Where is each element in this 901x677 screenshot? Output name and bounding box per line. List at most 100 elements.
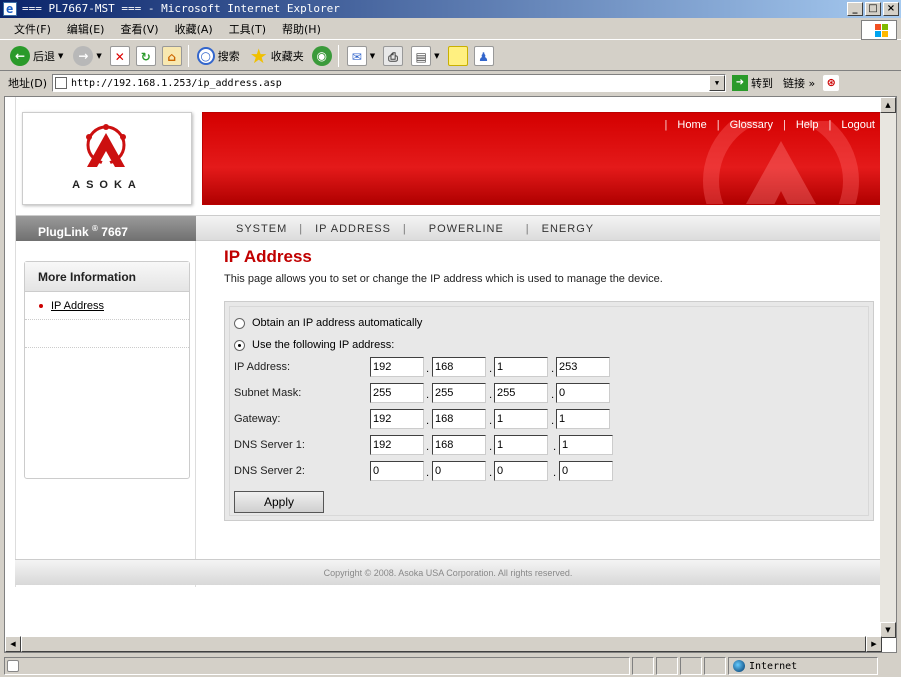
dns-server-1-octet-3[interactable]: 1 xyxy=(494,435,548,455)
horizontal-scroll-thumb[interactable] xyxy=(21,636,866,652)
address-input[interactable]: http://192.168.1.253/ip_address.asp ▼ xyxy=(52,74,726,92)
glossary-link[interactable]: Glossary xyxy=(730,119,773,131)
header-banner: | Home | Glossary | Help | Logout xyxy=(202,112,882,205)
radio-auto-row[interactable]: Obtain an IP address automatically xyxy=(234,315,422,331)
note-icon[interactable] xyxy=(447,45,468,66)
ip-address-octet-1[interactable]: 192 xyxy=(370,357,424,377)
status-cell xyxy=(704,657,726,675)
forward-button[interactable]: → ▼ xyxy=(71,43,103,69)
chevron-down-icon[interactable]: ▼ xyxy=(709,75,725,91)
dns-server-1-octet-2[interactable]: 168 xyxy=(432,435,486,455)
radio-manual-row[interactable]: Use the following IP address: xyxy=(234,337,394,353)
menu-help[interactable]: 帮助(H) xyxy=(274,21,329,37)
octet-dot: . xyxy=(426,390,430,401)
minimize-button[interactable]: _ xyxy=(847,2,863,16)
ip-address-row: IP Address: 192 . 168 . 1 . 253 xyxy=(234,357,864,377)
home-icon[interactable]: ⌂ xyxy=(161,45,182,66)
dns-server-2-octet-4[interactable]: 0 xyxy=(559,461,613,481)
scroll-up-icon[interactable]: ▲ xyxy=(880,97,896,113)
go-button[interactable]: ➜ 转到 xyxy=(732,75,773,91)
menu-file[interactable]: 文件(F) xyxy=(6,21,59,37)
ip-address-octet-2[interactable]: 168 xyxy=(432,357,486,377)
home-link[interactable]: Home xyxy=(677,119,706,131)
menu-edit[interactable]: 编辑(E) xyxy=(59,21,113,37)
search-button[interactable]: ○ 搜索 xyxy=(195,43,242,69)
address-bar: 地址(D) http://192.168.1.253/ip_address.as… xyxy=(0,72,901,94)
dns-server-2-row: DNS Server 2: 0 . 0 . 0 . 0 xyxy=(234,461,864,481)
vertical-scrollbar[interactable]: ▲ ▼ xyxy=(880,97,896,638)
octet-dot: . xyxy=(553,468,557,479)
maximize-button[interactable]: □ xyxy=(865,2,881,16)
nav-ip-address[interactable]: IP ADDRESS xyxy=(303,223,403,235)
dns-server-2-octet-3[interactable]: 0 xyxy=(494,461,548,481)
ip-form: Obtain an IP address automatically Use t… xyxy=(224,301,874,521)
gateway-octet-1[interactable]: 192 xyxy=(370,409,424,429)
dns-server-1-octet-4[interactable]: 1 xyxy=(559,435,613,455)
main-content: IP Address This page allows you to set o… xyxy=(224,247,874,521)
edit-document-icon: ▤ xyxy=(411,45,432,66)
forward-arrow-icon: → xyxy=(73,45,94,66)
sidebar-divider xyxy=(25,320,189,348)
dns-server-2-octet-2[interactable]: 0 xyxy=(432,461,486,481)
zone-label: Internet xyxy=(749,660,798,672)
window-title: === PL7667-MST === - Microsoft Internet … xyxy=(22,2,340,15)
media-icon[interactable]: ◉ xyxy=(311,45,332,66)
sidebar-item-ip-address[interactable]: IP Address xyxy=(25,292,189,320)
menu-view[interactable]: 查看(V) xyxy=(112,21,166,37)
nav-powerline[interactable]: POWERLINE xyxy=(407,223,526,235)
dns-server-1-octet-1[interactable]: 192 xyxy=(370,435,424,455)
ip-address-octet-3[interactable]: 1 xyxy=(494,357,548,377)
brand-name: PlugLink xyxy=(38,225,89,239)
back-arrow-icon: ← xyxy=(10,45,30,66)
subnet-mask-octet-2[interactable]: 255 xyxy=(432,383,486,403)
product-brand: PlugLink ® 7667 xyxy=(16,216,196,241)
logout-link[interactable]: Logout xyxy=(841,119,875,131)
close-button[interactable]: × xyxy=(883,2,899,16)
mail-icon: ✉ xyxy=(346,45,367,66)
dns-server-2-octet-1[interactable]: 0 xyxy=(370,461,424,481)
octet-dot: . xyxy=(551,390,555,401)
gateway-octet-2[interactable]: 168 xyxy=(432,409,486,429)
page-footer: Copyright © 2008. Asoka USA Corporation.… xyxy=(15,559,881,585)
stop-icon[interactable]: ✕ xyxy=(109,45,130,66)
chevron-down-icon: ▼ xyxy=(369,51,376,60)
gateway-octet-4[interactable]: 1 xyxy=(556,409,610,429)
menu-tools[interactable]: 工具(T) xyxy=(221,21,274,37)
toolbar-separator xyxy=(187,44,189,67)
nav-system[interactable]: SYSTEM xyxy=(224,223,299,235)
favorites-button[interactable]: ★ 收藏夹 xyxy=(248,43,306,69)
print-icon[interactable]: ⎙ xyxy=(383,45,404,66)
asoka-logo-icon xyxy=(86,124,126,167)
octet-dot: . xyxy=(551,364,555,375)
menu-favorites[interactable]: 收藏(A) xyxy=(167,21,221,37)
star-icon: ★ xyxy=(249,43,268,68)
links-button[interactable]: 链接 » xyxy=(783,75,815,91)
mail-button[interactable]: ✉ ▼ xyxy=(345,43,377,69)
apply-button[interactable]: Apply xyxy=(234,491,324,513)
subnet-mask-octet-4[interactable]: 0 xyxy=(556,383,610,403)
toolbar: ← 后退 ▼ → ▼ ✕ ↻ ⌂ ○ 搜索 ★ 收藏夹 ◉ ✉ ▼ ⎙ ▤ ▼ … xyxy=(0,41,901,71)
page-icon xyxy=(55,77,67,89)
messenger-icon[interactable]: ♟ xyxy=(473,45,494,66)
radio-manual[interactable] xyxy=(234,339,245,351)
link-separator: | xyxy=(828,119,832,131)
ip-address-octet-4[interactable]: 253 xyxy=(556,357,610,377)
subnet-mask-octet-3[interactable]: 255 xyxy=(494,383,548,403)
chevron-down-icon: ▼ xyxy=(434,51,440,60)
search-label: 搜索 xyxy=(217,49,240,63)
addon-icon[interactable]: ⊛ xyxy=(823,75,840,91)
radio-auto[interactable] xyxy=(234,317,245,329)
subnet-mask-octet-1[interactable]: 255 xyxy=(370,383,424,403)
horizontal-scrollbar[interactable]: ◀ ▶ xyxy=(5,636,882,652)
sidebar-link-ip-address[interactable]: IP Address xyxy=(51,300,104,312)
back-button[interactable]: ← 后退 ▼ xyxy=(8,43,65,69)
scroll-right-icon[interactable]: ▶ xyxy=(866,636,882,652)
scroll-left-icon[interactable]: ◀ xyxy=(5,636,21,652)
help-link[interactable]: Help xyxy=(796,119,819,131)
nav-energy[interactable]: ENERGY xyxy=(530,223,606,235)
dns-server-1-label: DNS Server 1: xyxy=(234,439,305,451)
gateway-octet-3[interactable]: 1 xyxy=(494,409,548,429)
edit-button[interactable]: ▤ ▼ xyxy=(409,43,441,69)
refresh-icon[interactable]: ↻ xyxy=(135,45,156,66)
scroll-down-icon[interactable]: ▼ xyxy=(880,622,896,638)
